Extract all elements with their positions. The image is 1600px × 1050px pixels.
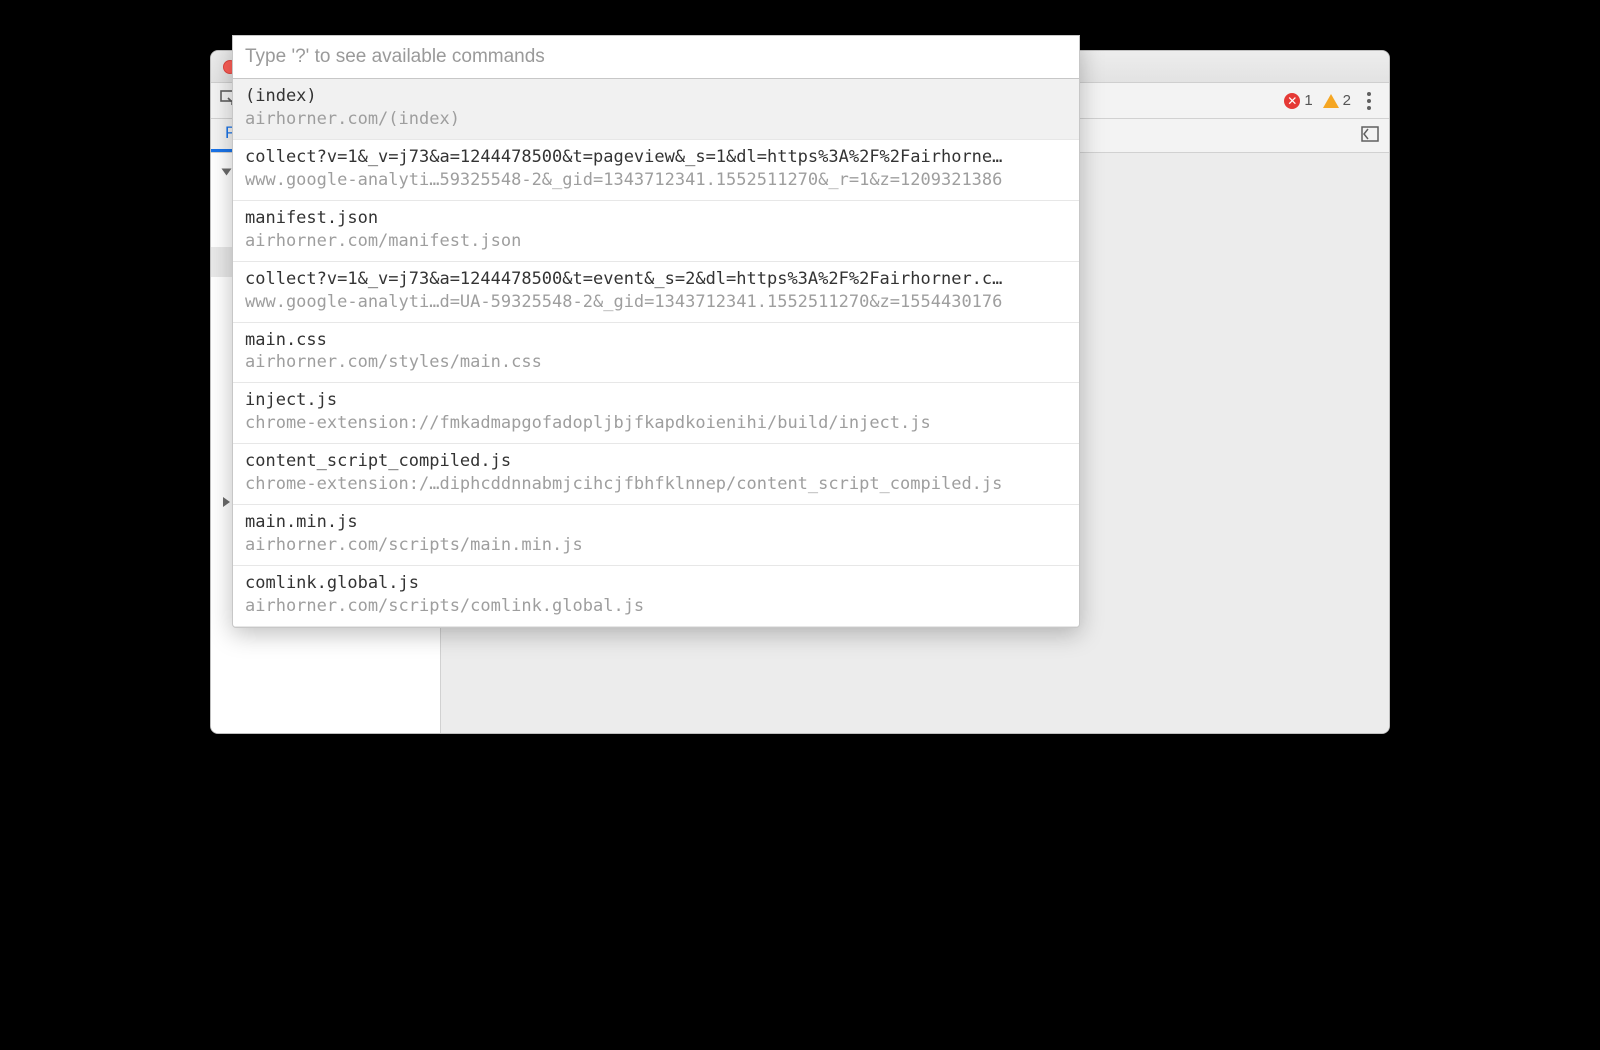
palette-item-secondary: www.google-analyti…59325548-2&_gid=13437… (245, 169, 1067, 192)
palette-item-secondary: airhorner.com/styles/main.css (245, 351, 1067, 374)
warning-icon (1323, 94, 1339, 108)
palette-item[interactable]: collect?v=1&_v=j73&a=1244478500&t=event&… (233, 262, 1079, 323)
palette-item-secondary: airhorner.com/manifest.json (245, 230, 1067, 253)
settings-menu-icon[interactable] (1361, 92, 1377, 110)
disclosure-triangle-icon[interactable] (223, 497, 230, 507)
error-icon: ✕ (1284, 93, 1300, 109)
palette-item-secondary: airhorner.com/scripts/comlink.global.js (245, 595, 1067, 618)
palette-item[interactable]: main.cssairhorner.com/styles/main.css (233, 323, 1079, 384)
palette-item-primary: (index) (245, 85, 1067, 108)
toggle-navigator-icon[interactable] (1361, 119, 1379, 152)
palette-item-primary: inject.js (245, 389, 1067, 412)
error-count[interactable]: ✕ 1 (1284, 92, 1312, 109)
palette-item[interactable]: content_script_compiled.jschrome-extensi… (233, 444, 1079, 505)
palette-item-secondary: airhorner.com/(index) (245, 108, 1067, 131)
palette-item[interactable]: main.min.jsairhorner.com/scripts/main.mi… (233, 505, 1079, 566)
palette-item-secondary: airhorner.com/scripts/main.min.js (245, 534, 1067, 557)
palette-item[interactable]: (index)airhorner.com/(index) (233, 79, 1079, 140)
warning-count[interactable]: 2 (1323, 92, 1351, 109)
palette-item-primary: main.min.js (245, 511, 1067, 534)
palette-item-primary: main.css (245, 329, 1067, 352)
palette-item-secondary: www.google-analyti…d=UA-59325548-2&_gid=… (245, 291, 1067, 314)
error-count-value: 1 (1304, 92, 1312, 109)
command-palette-list: (index)airhorner.com/(index) collect?v=1&… (233, 79, 1079, 627)
toolbar-right: ✕ 1 2 (1284, 92, 1381, 110)
command-palette-input[interactable] (233, 50, 1079, 79)
palette-item-primary: collect?v=1&_v=j73&a=1244478500&t=pagevi… (245, 146, 1067, 169)
palette-item-secondary: chrome-extension://fmkadmapgofadopljbjfk… (245, 412, 1067, 435)
palette-item[interactable]: inject.jschrome-extension://fmkadmapgofa… (233, 383, 1079, 444)
palette-item-primary: collect?v=1&_v=j73&a=1244478500&t=event&… (245, 268, 1067, 291)
palette-item-secondary: chrome-extension:/…diphcddnnabmjcihcjfbh… (245, 473, 1067, 496)
disclosure-triangle-icon[interactable] (222, 169, 232, 176)
palette-item[interactable]: comlink.global.jsairhorner.com/scripts/c… (233, 566, 1079, 627)
palette-item-primary: manifest.json (245, 207, 1067, 230)
devtools-window: DevTools - airhorner.com/ Elements Conso… (210, 50, 1390, 734)
palette-item-primary: content_script_compiled.js (245, 450, 1067, 473)
palette-item[interactable]: manifest.jsonairhorner.com/manifest.json (233, 201, 1079, 262)
palette-item-primary: comlink.global.js (245, 572, 1067, 595)
palette-item[interactable]: collect?v=1&_v=j73&a=1244478500&t=pagevi… (233, 140, 1079, 201)
warning-count-value: 2 (1343, 92, 1351, 109)
command-palette: (index)airhorner.com/(index) collect?v=1&… (232, 50, 1080, 628)
